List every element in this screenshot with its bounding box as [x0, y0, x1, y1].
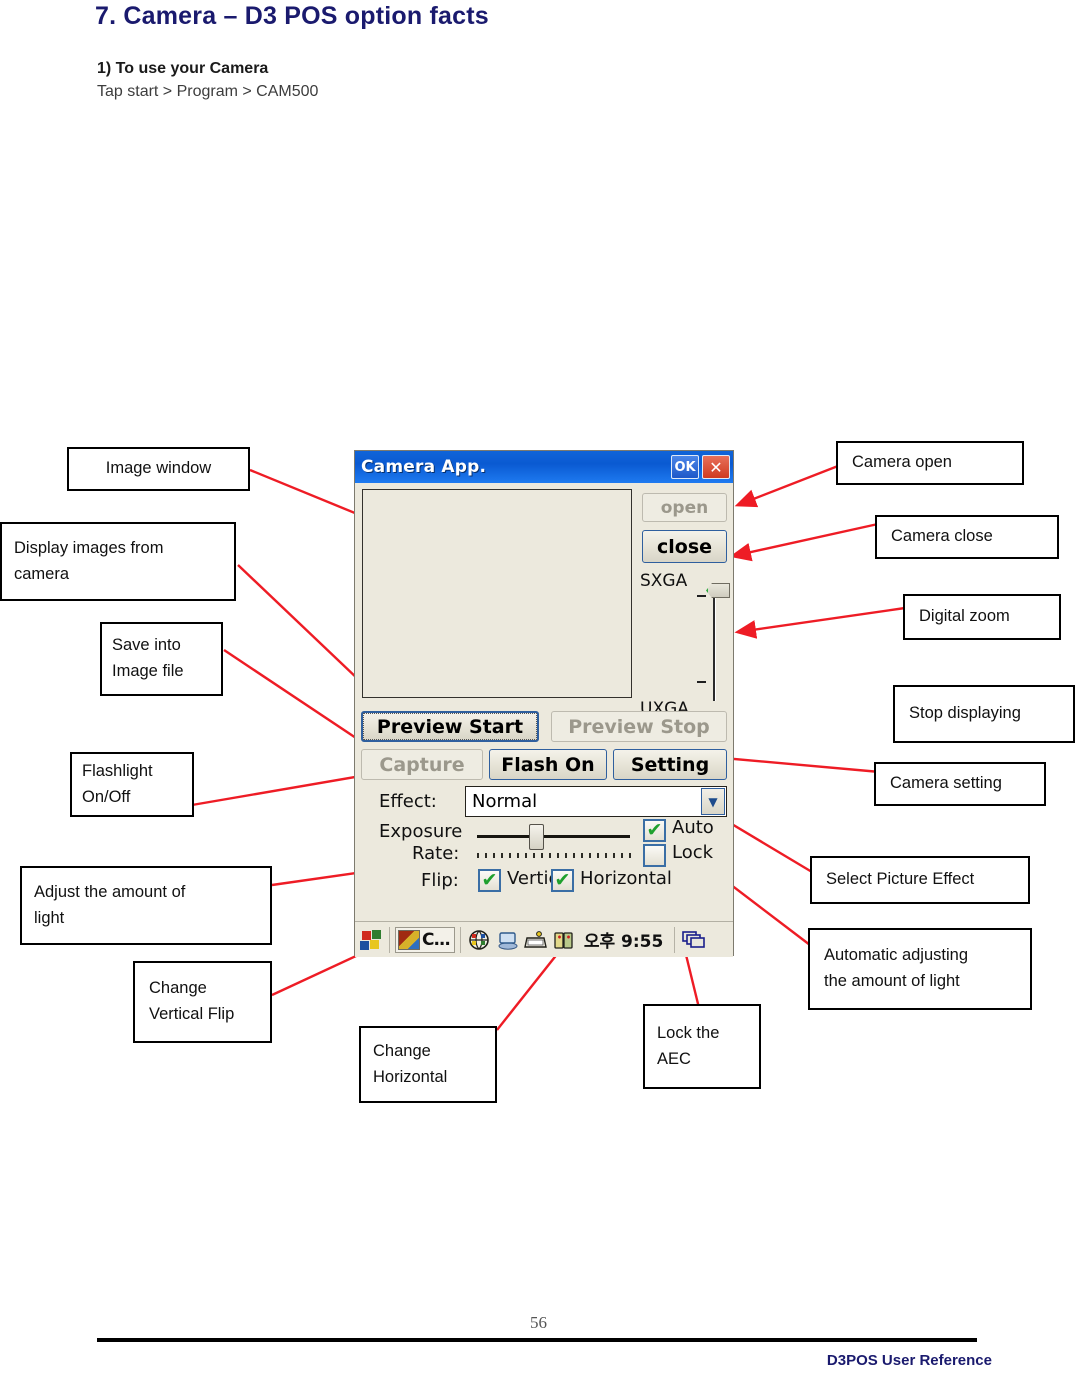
window-body: open close SXGA UXGA Preview Start Previ… — [355, 483, 733, 957]
taskbar-item-camera[interactable]: C... — [395, 926, 455, 953]
callout-text-line1: Automatic adjusting — [824, 946, 968, 965]
callout-text: Stop displaying — [909, 704, 1021, 723]
callout-text: Camera setting — [890, 774, 1002, 793]
zoom-tick-top — [697, 595, 706, 597]
image-preview-area[interactable] — [362, 489, 632, 698]
exposure-slider-ticks — [477, 853, 631, 858]
globe-icon[interactable] — [468, 929, 492, 951]
callout-flashlight-on-off: Flashlight On/Off — [70, 752, 194, 817]
lock-label: Lock — [672, 842, 714, 863]
keyboard-icon[interactable] — [523, 929, 548, 951]
callout-text-line2: AEC — [657, 1049, 691, 1068]
callout-camera-close: Camera close — [875, 515, 1059, 559]
flip-label: Flip: — [421, 870, 459, 891]
callout-text-line2: On/Off — [82, 787, 131, 806]
callout-stop-displaying: Stop displaying — [893, 685, 1075, 743]
horizontal-flip-checkbox[interactable]: ✔ — [551, 869, 574, 892]
callout-text-line1: Save into — [112, 636, 181, 655]
setting-button[interactable]: Setting — [613, 749, 727, 780]
chevron-down-icon[interactable]: ▼ — [701, 788, 725, 815]
callout-change-vertical-flip: Change Vertical Flip — [133, 961, 272, 1043]
callout-text-line2: Image file — [112, 662, 184, 680]
callout-text-line2: camera — [14, 564, 70, 583]
window-titlebar: Camera App. OK ✕ — [355, 451, 733, 483]
desktop-icon[interactable] — [496, 929, 520, 951]
callout-text-line1: Change — [149, 979, 207, 998]
camera-app-icon — [398, 929, 420, 950]
callout-text-line2: the amount of light — [824, 972, 960, 990]
callout-text-line1: Change — [373, 1041, 431, 1060]
callout-text-line1: Flashlight — [82, 761, 153, 780]
callout-text-line1: Adjust the amount of — [34, 882, 186, 901]
close-icon[interactable]: ✕ — [702, 455, 730, 479]
callout-change-horizontal: Change Horizontal — [359, 1026, 497, 1103]
callout-camera-setting: Camera setting — [874, 762, 1046, 806]
vertical-flip-checkbox[interactable]: ✔ — [478, 869, 501, 892]
effect-label: Effect: — [379, 791, 437, 812]
callout-save-into-image-file: Save into Image file — [100, 622, 223, 696]
callout-camera-open: Camera open — [836, 441, 1024, 485]
taskbar-divider — [459, 926, 461, 953]
callout-text: Select Picture Effect — [826, 870, 975, 889]
taskbar-clock: 오후 9:55 — [583, 932, 664, 952]
taskbar-divider — [389, 926, 390, 953]
callout-lock-the-aec: Lock the AEC — [643, 1004, 761, 1089]
ok-button[interactable]: OK — [671, 455, 699, 479]
preview-stop-button[interactable]: Preview Stop — [551, 711, 727, 742]
exposure-label-line1: Exposure — [379, 821, 463, 842]
callout-adjust-amount-of-light: Adjust the amount of light — [20, 866, 272, 945]
camera-app-window[interactable]: Camera App. OK ✕ open close SXGA UXGA Pr… — [354, 450, 734, 957]
auto-checkbox[interactable]: ✔ — [643, 819, 666, 842]
callout-text-line2: Vertical Flip — [149, 1005, 235, 1023]
digital-zoom-slider-thumb[interactable] — [706, 583, 730, 598]
battery-icon[interactable] — [552, 929, 576, 951]
callout-display-images: Display images from camera — [0, 522, 236, 601]
callout-text-line2: light — [34, 908, 65, 927]
lock-checkbox[interactable] — [643, 844, 666, 867]
effect-dropdown[interactable]: Normal ▼ — [465, 786, 727, 817]
callout-automatic-adjusting-light: Automatic adjusting the amount of light — [808, 928, 1032, 1010]
zoom-top-label: SXGA — [640, 571, 688, 591]
callout-text: Digital zoom — [919, 607, 1010, 626]
exposure-slider-track[interactable] — [477, 835, 630, 838]
horizontal-flip-label: Horizontal — [580, 868, 672, 889]
digital-zoom-slider-track[interactable] — [713, 593, 716, 701]
effect-value: Normal — [472, 791, 538, 812]
window-title: Camera App. — [361, 457, 487, 477]
callout-select-picture-effect: Select Picture Effect — [810, 856, 1030, 904]
taskbar-item-label: C... — [422, 929, 451, 950]
open-button[interactable]: open — [642, 493, 727, 522]
callout-image-window: Image window — [67, 447, 250, 491]
capture-button[interactable]: Capture — [361, 749, 483, 780]
close-camera-button[interactable]: close — [642, 530, 727, 563]
windows-switch-icon[interactable] — [682, 929, 706, 951]
preview-start-button[interactable]: Preview Start — [361, 711, 539, 742]
exposure-slider-thumb[interactable] — [529, 824, 544, 850]
callout-digital-zoom: Digital zoom — [903, 594, 1061, 640]
callout-text-line1: Display images from — [14, 538, 164, 557]
callout-text: Camera close — [891, 527, 993, 546]
taskbar-divider — [674, 926, 676, 953]
callout-text-line1: Lock the — [657, 1023, 720, 1042]
callout-text-line2: Horizontal — [373, 1067, 448, 1086]
auto-label: Auto — [672, 817, 714, 838]
zoom-tick-bottom — [697, 681, 706, 683]
callout-text: Camera open — [852, 453, 952, 472]
preview-start-label: Preview Start — [363, 713, 537, 740]
start-menu-icon[interactable] — [360, 929, 384, 950]
flash-toggle-button[interactable]: Flash On — [489, 749, 607, 780]
system-taskbar: C... 오후 9:55 — [355, 921, 733, 957]
exposure-label-line2: Rate: — [412, 843, 460, 864]
callout-text: Image window — [105, 459, 212, 478]
